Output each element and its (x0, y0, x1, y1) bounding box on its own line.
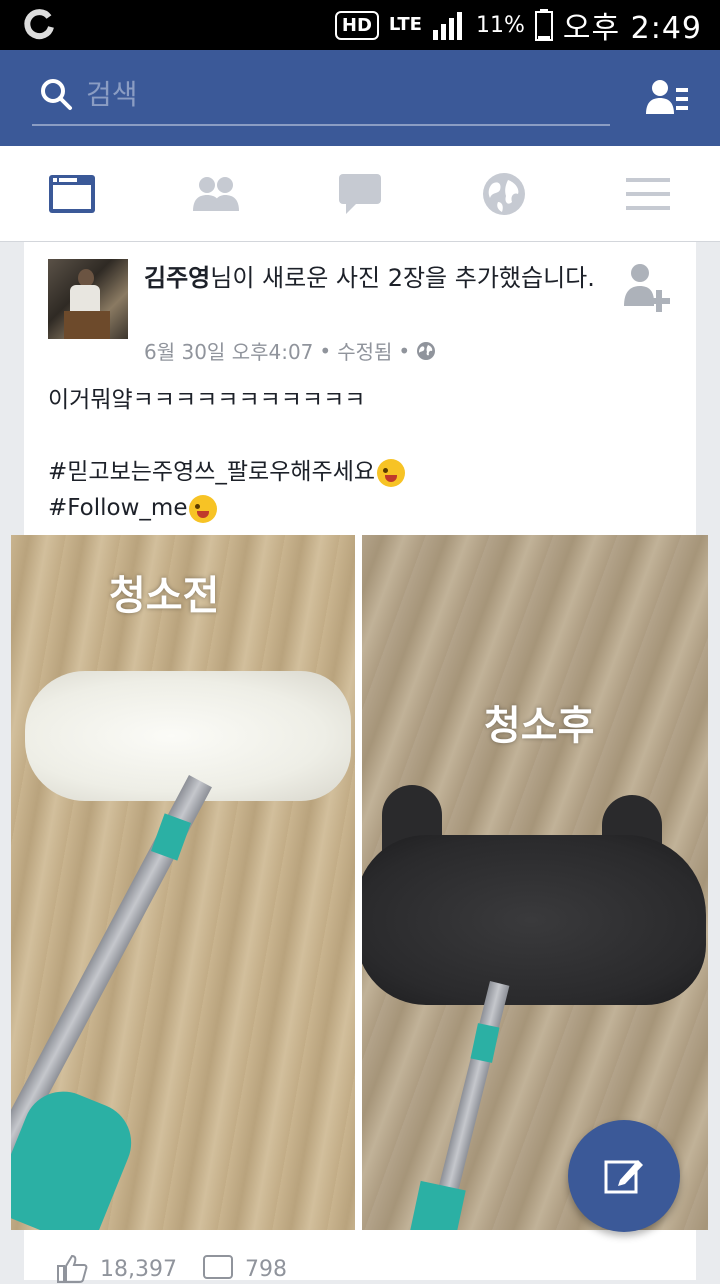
battery-percent: 11% (475, 12, 525, 38)
post-text: 이거뭐얔ㅋㅋㅋㅋㅋㅋㅋㅋㅋㅋㅋ #믿고보는주영쓰_팔로우해주세요 #Follow… (48, 382, 668, 526)
newsfeed-icon (49, 175, 95, 213)
comment-count: 798 (244, 1256, 287, 1282)
signal-icon (432, 12, 462, 40)
network-label: LTE (388, 14, 422, 35)
carrier-icon (24, 9, 54, 40)
tab-friends[interactable] (186, 170, 246, 218)
hashtag[interactable]: #Follow_me (48, 495, 187, 521)
photo-label-after: 청소후 (484, 703, 595, 749)
photo-label-before: 청소전 (109, 573, 220, 619)
post-meta: 6월 30일 오후4:07 • 수정됨 • (144, 336, 436, 365)
hd-badge: HD (334, 10, 379, 40)
status-bar: HD LTE 11% 오후 2:49 (0, 0, 720, 50)
tab-news-feed[interactable] (42, 170, 102, 218)
tab-bar (0, 146, 720, 242)
black-dog-image (362, 835, 706, 1005)
public-globe-icon (417, 341, 436, 360)
wink-emoji-icon (189, 494, 218, 523)
avatar[interactable] (48, 259, 128, 339)
clock: 오후 2:49 (562, 11, 702, 46)
search-icon[interactable] (38, 76, 74, 112)
chat-icon (339, 174, 381, 214)
comment-icon[interactable] (202, 1255, 233, 1283)
like-count: 18,397 (100, 1256, 177, 1282)
author-name[interactable]: 김주영 (144, 264, 210, 292)
wink-emoji-icon (377, 458, 406, 487)
post-action: 님이 새로운 사진 2장을 추가했습니다. (210, 264, 595, 292)
post-text-line: #믿고보는주영쓰_팔로우해주세요 (48, 454, 668, 490)
compose-button[interactable] (568, 1120, 680, 1232)
photo-after[interactable]: 청소후 (362, 535, 708, 1230)
post-header: 김주영님이 새로운 사진 2장을 추가했습니다. (144, 260, 604, 296)
globe-icon (483, 173, 525, 215)
mop-grip-bottom (408, 1180, 466, 1230)
edit-icon (604, 1160, 643, 1194)
tab-more[interactable] (618, 170, 678, 218)
search-input[interactable] (86, 74, 536, 114)
post-card: 김주영님이 새로운 사진 2장을 추가했습니다. 6월 30일 오후4:07 •… (11, 242, 708, 1283)
edited-label[interactable]: 수정됨 (337, 336, 392, 365)
search-header (0, 50, 720, 146)
post-date[interactable]: 6월 30일 오후4:07 (144, 336, 313, 365)
friends-icon (193, 177, 239, 211)
menu-icon (626, 178, 670, 210)
hashtag[interactable]: #믿고보는주영쓰_팔로우해주세요 (48, 459, 375, 485)
battery-icon (534, 9, 553, 41)
post-text-line (48, 418, 668, 454)
add-friend-icon[interactable] (624, 262, 672, 314)
photo-before[interactable]: 청소전 (11, 535, 355, 1230)
meta-separator: • (398, 338, 411, 363)
post-text-line: #Follow_me (48, 490, 668, 526)
search-underline (32, 124, 610, 126)
meta-separator: • (319, 338, 332, 363)
tab-notifications[interactable] (474, 170, 534, 218)
post-text-line: 이거뭐얔ㅋㅋㅋㅋㅋㅋㅋㅋㅋㅋㅋ (48, 387, 366, 413)
mop-grip (151, 813, 191, 861)
friend-requests-icon[interactable] (646, 78, 690, 118)
mop-grip (470, 1023, 500, 1063)
tab-messages[interactable] (330, 170, 390, 218)
